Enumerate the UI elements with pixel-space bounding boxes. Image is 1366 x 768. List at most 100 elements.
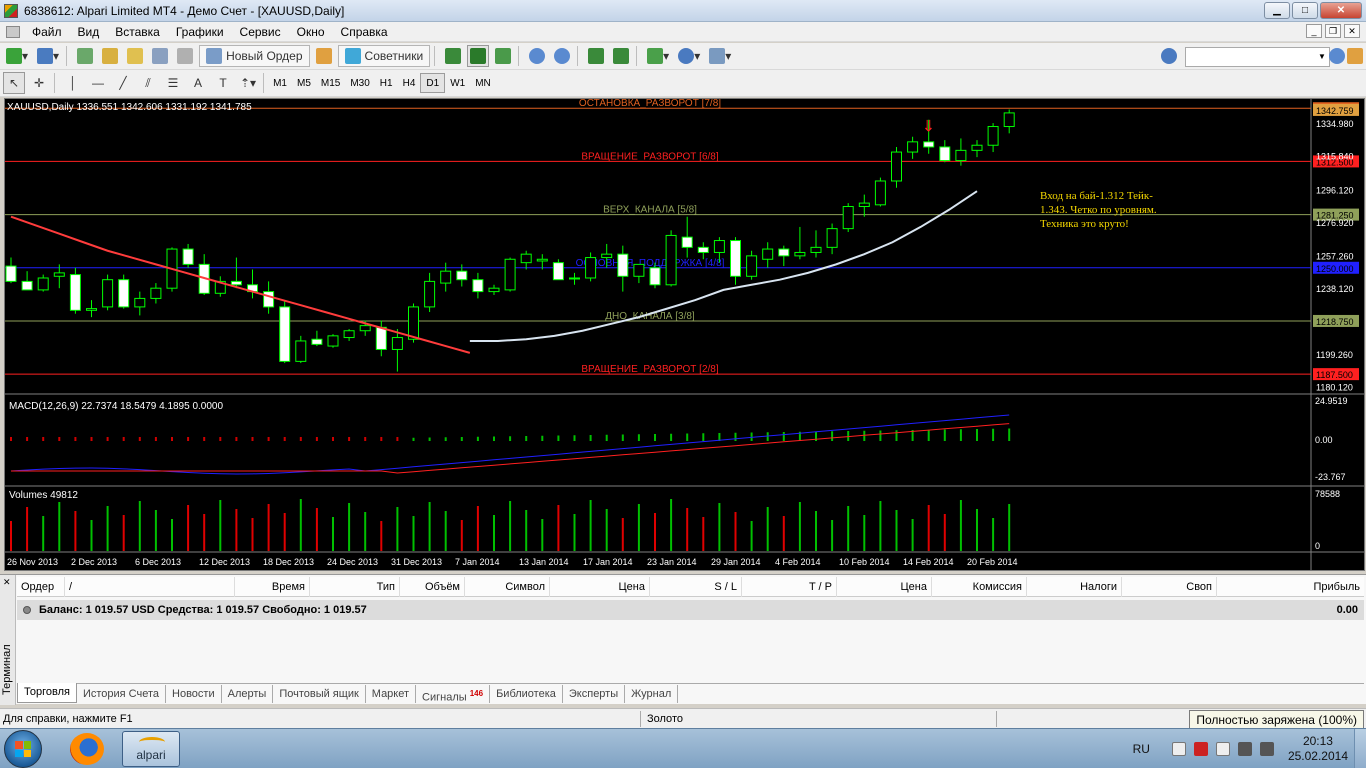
chart-shift-button[interactable] [610, 45, 632, 67]
taskbar-alpari-button[interactable]: alpari [122, 731, 180, 767]
menu-charts[interactable]: Графики [170, 25, 234, 39]
menu-file[interactable]: Файл [26, 25, 72, 39]
timeframe-w1[interactable]: W1 [445, 73, 470, 93]
col-price[interactable]: Цена [550, 576, 650, 597]
zoom-out-button[interactable] [551, 45, 573, 67]
col-order[interactable]: Ордер [17, 576, 65, 597]
toolbar-separator [263, 73, 265, 93]
chart-restore-button[interactable]: ❐ [1325, 24, 1341, 38]
col-sl[interactable]: S / L [650, 576, 742, 597]
templates-button[interactable]: ▾ [706, 45, 734, 67]
show-desktop-button[interactable] [1354, 729, 1366, 768]
arrows-button[interactable]: ⇡▾ [237, 72, 259, 94]
minimize-button[interactable]: ▁ [1264, 2, 1290, 19]
timeframe-mn[interactable]: MN [470, 73, 496, 93]
community-button[interactable] [1344, 45, 1366, 67]
chart-window-icon[interactable] [6, 25, 20, 38]
col-symbol[interactable]: Символ [465, 576, 550, 597]
menu-window[interactable]: Окно [291, 25, 335, 39]
trendline-button[interactable]: ╱ [112, 72, 134, 94]
horizontal-line-button[interactable]: — [87, 72, 109, 94]
menu-insert[interactable]: Вставка [109, 25, 170, 39]
new-chart-button[interactable]: ▾ [3, 45, 31, 67]
line-chart-button[interactable] [492, 45, 514, 67]
tab-account-history[interactable]: История Счета [77, 685, 167, 703]
col-swap[interactable]: Своп [1122, 576, 1217, 597]
clock[interactable]: 20:13 25.02.2014 [1288, 734, 1348, 764]
chart-close-button[interactable]: ✕ [1344, 24, 1360, 38]
tab-signals[interactable]: Сигналы 146 [416, 685, 491, 704]
fibonacci-button[interactable]: ☰ [162, 72, 184, 94]
periods-button[interactable]: ▾ [675, 45, 703, 67]
candlestick-button[interactable] [467, 45, 490, 67]
timeframe-h1[interactable]: H1 [375, 73, 398, 93]
price-tick-label: 1257.260 [1316, 251, 1354, 261]
date-tick-label: 29 Jan 2014 [711, 557, 761, 567]
start-button[interactable] [4, 730, 42, 768]
chart-minimize-button[interactable]: _ [1306, 24, 1322, 38]
text-label-button[interactable]: T [212, 72, 234, 94]
close-icon[interactable]: ✕ [3, 577, 11, 588]
col-sort[interactable]: / [65, 576, 235, 597]
metaeditor-button[interactable] [313, 45, 335, 67]
timeframe-m5[interactable]: M5 [292, 73, 316, 93]
col-tp[interactable]: T / P [742, 576, 837, 597]
experts-button[interactable]: Советники [337, 45, 431, 67]
vertical-line-button[interactable]: │ [62, 72, 84, 94]
data-window-button[interactable] [99, 45, 121, 67]
show-hidden-icons-icon[interactable] [1171, 742, 1186, 756]
bar-chart-button[interactable] [442, 45, 464, 67]
col-price-current[interactable]: Цена [837, 576, 932, 597]
language-indicator[interactable]: RU [1133, 742, 1150, 756]
search-input[interactable]: ▼ [1185, 47, 1330, 67]
col-profit[interactable]: Прибыль [1217, 577, 1364, 597]
chart-window[interactable]: ОСТАНОВКА_РАЗВОРОТ [7/8]1343.750ВРАЩЕНИЕ… [4, 98, 1365, 571]
battery-icon[interactable] [1215, 742, 1230, 756]
terminal-button[interactable] [149, 45, 171, 67]
balance-row[interactable]: Баланс: 1 019.57 USD Средства: 1 019.57 … [17, 600, 1364, 620]
tab-journal[interactable]: Журнал [625, 685, 679, 703]
network-signal-icon[interactable] [1237, 742, 1252, 756]
tab-trade[interactable]: Торговля [17, 683, 77, 703]
equidistant-channel-button[interactable]: ⫽ [137, 72, 159, 94]
tab-experts[interactable]: Эксперты [563, 685, 626, 703]
col-commission[interactable]: Комиссия [932, 576, 1027, 597]
settings-gear-button[interactable] [1158, 45, 1180, 67]
candle-body [697, 246, 709, 253]
tab-mailbox[interactable]: Почтовый ящик [273, 685, 366, 703]
menu-view[interactable]: Вид [72, 25, 110, 39]
tab-news[interactable]: Новости [166, 685, 222, 703]
tab-alerts[interactable]: Алерты [222, 685, 274, 703]
text-button[interactable]: A [187, 72, 209, 94]
timeframe-h4[interactable]: H4 [398, 73, 421, 93]
market-watch-button[interactable] [74, 45, 96, 67]
new-order-button[interactable]: Новый Ордер [199, 45, 310, 67]
candle-body [971, 144, 983, 151]
cursor-button[interactable]: ↖ [3, 72, 25, 94]
firefox-icon[interactable] [70, 733, 104, 765]
col-taxes[interactable]: Налоги [1027, 576, 1122, 597]
autoscroll-button[interactable] [585, 45, 607, 67]
tab-library[interactable]: Библиотека [490, 685, 563, 703]
zoom-in-button[interactable] [526, 45, 548, 67]
timeframe-m15[interactable]: M15 [316, 73, 345, 93]
action-center-icon[interactable] [1193, 742, 1208, 756]
navigator-button[interactable] [124, 45, 146, 67]
menu-help[interactable]: Справка [335, 25, 398, 39]
price-chart[interactable]: ОСТАНОВКА_РАЗВОРОТ [7/8]1343.750ВРАЩЕНИЕ… [5, 99, 1364, 570]
profiles-button[interactable]: ▾ [34, 45, 62, 67]
timeframe-m30[interactable]: M30 [345, 73, 374, 93]
maximize-button[interactable]: □ [1292, 2, 1318, 19]
tab-market[interactable]: Маркет [366, 685, 417, 703]
close-button[interactable]: ✕ [1320, 2, 1362, 19]
indicators-button[interactable]: ▾ [644, 45, 672, 67]
volume-icon[interactable] [1259, 742, 1274, 756]
timeframe-m1[interactable]: M1 [268, 73, 292, 93]
timeframe-d1[interactable]: D1 [420, 73, 446, 93]
crosshair-button[interactable]: ✛ [28, 72, 50, 94]
strategy-tester-button[interactable] [174, 45, 196, 67]
menu-tools[interactable]: Сервис [234, 25, 291, 39]
col-time[interactable]: Время [235, 576, 310, 597]
col-type[interactable]: Тип [310, 576, 400, 597]
col-volume[interactable]: Объём [400, 576, 465, 597]
